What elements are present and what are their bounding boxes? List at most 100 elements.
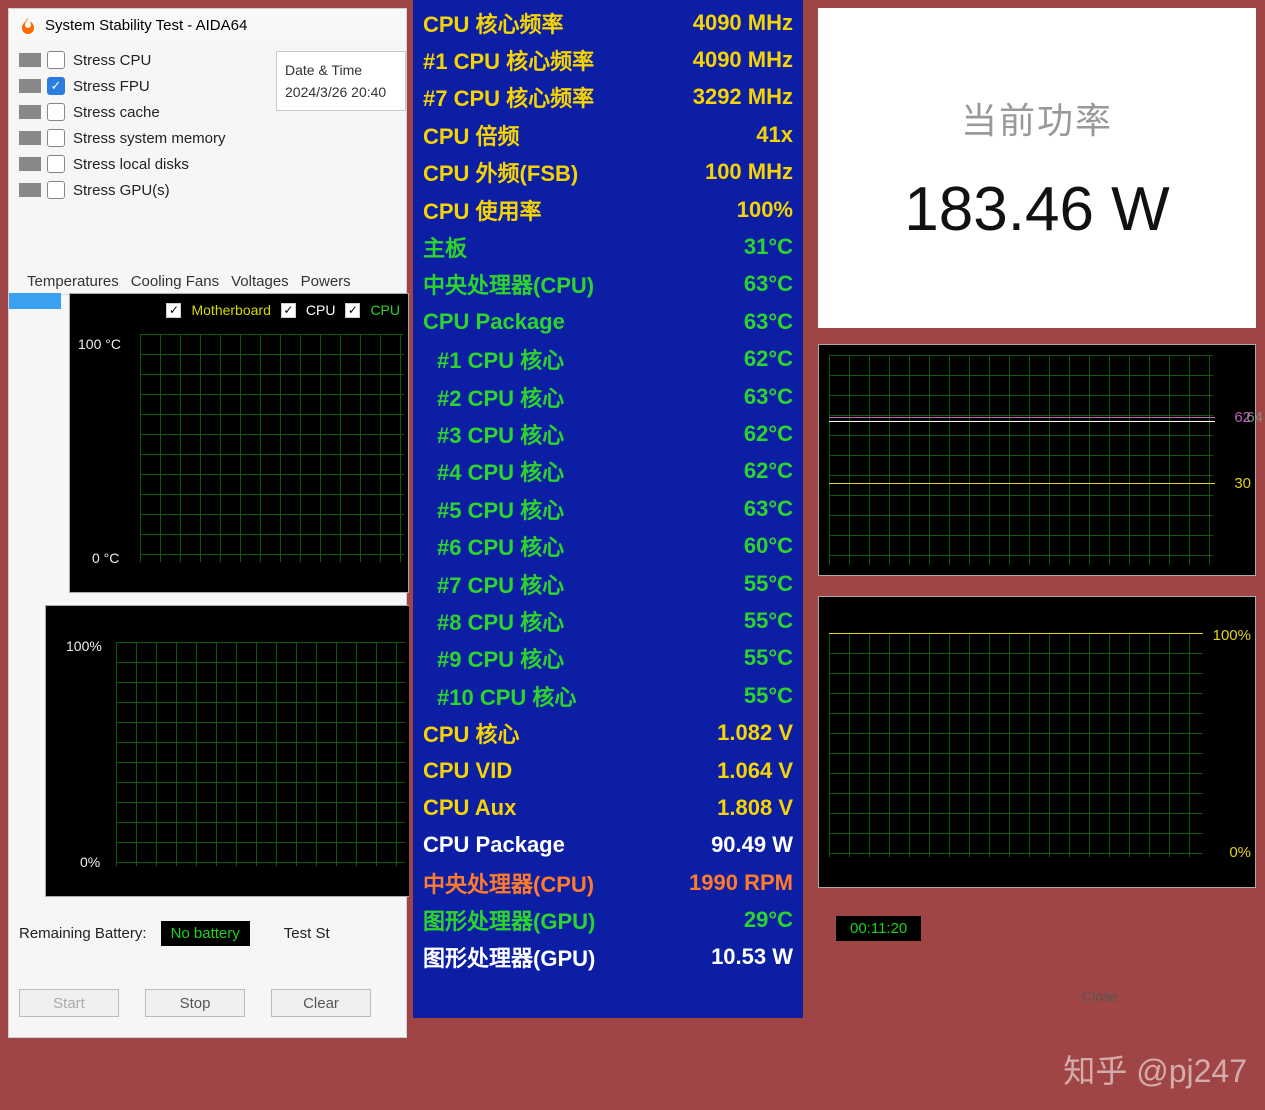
- osd-row-25: 图形处理器(GPU)10.53 W: [423, 939, 793, 976]
- usage-graph: 100% 0%: [45, 605, 410, 897]
- osd-row-9: #1 CPU 核心62°C: [423, 341, 793, 378]
- status-bar: Remaining Battery: No battery Test St: [19, 921, 406, 946]
- y-axis-bot: 0%: [1229, 844, 1251, 861]
- power-title: 当前功率: [961, 92, 1113, 144]
- checkbox-icon[interactable]: [47, 181, 65, 199]
- osd-label: #10 CPU 核心: [423, 680, 576, 712]
- checkbox-icon[interactable]: [47, 103, 65, 121]
- checkbox-icon[interactable]: [47, 155, 65, 173]
- osd-row-11: #3 CPU 核心 62°C: [423, 415, 793, 452]
- osd-value: 31°C: [744, 234, 793, 260]
- osd-value: 4090 MHz: [693, 47, 793, 73]
- osd-label: #5 CPU 核心: [423, 493, 564, 525]
- osd-label: 图形处理器(GPU): [423, 941, 595, 973]
- osd-value: 1990 RPM: [689, 870, 793, 896]
- y-axis-bot: 0%: [80, 854, 100, 870]
- device-icon: [19, 131, 41, 145]
- test-status-label: Test St: [284, 925, 330, 942]
- osd-value: 4090 MHz: [693, 10, 793, 36]
- osd-value: 62°C: [744, 346, 793, 372]
- power-value: 183.46 W: [904, 174, 1169, 245]
- stress-label: Stress GPU(s): [73, 182, 170, 199]
- close-button[interactable]: Close: [1082, 988, 1118, 1004]
- osd-row-24: 图形处理器(GPU)29°C: [423, 901, 793, 938]
- osd-row-12: #4 CPU 核心 62°C: [423, 453, 793, 490]
- osd-value: 90.49 W: [711, 832, 793, 858]
- osd-label: CPU Aux: [423, 795, 516, 821]
- graph3-val1b: 64: [1246, 409, 1263, 426]
- osd-label: 中央处理器(CPU): [423, 268, 594, 300]
- clear-button[interactable]: Clear: [271, 989, 371, 1017]
- aida64-window: System Stability Test - AIDA64 Stress CP…: [8, 8, 407, 1038]
- stress-option-5[interactable]: Stress GPU(s): [19, 181, 400, 199]
- osd-value: 55°C: [744, 645, 793, 671]
- osd-row-6: 主板31°C: [423, 228, 793, 265]
- elapsed-timer: 00:11:20: [836, 916, 921, 941]
- osd-label: CPU 倍频: [423, 119, 520, 151]
- osd-value: 63°C: [744, 496, 793, 522]
- stress-label: Stress CPU: [73, 52, 151, 69]
- y-axis-top: 100 °C: [78, 336, 121, 352]
- osd-value: 55°C: [744, 571, 793, 597]
- osd-value: 1.064 V: [717, 758, 793, 784]
- tab-powers[interactable]: Powers: [301, 273, 351, 290]
- osd-label: #9 CPU 核心: [423, 642, 564, 674]
- osd-row-17: #9 CPU 核心 55°C: [423, 640, 793, 677]
- stress-label: Stress FPU: [73, 78, 150, 95]
- osd-label: #4 CPU 核心: [423, 455, 564, 487]
- tab-cooling-fans[interactable]: Cooling Fans: [131, 273, 219, 290]
- osd-row-8: CPU Package 63°C: [423, 303, 793, 340]
- osd-label: #2 CPU 核心: [423, 381, 564, 413]
- osd-row-20: CPU VID 1.064 V: [423, 752, 793, 789]
- osd-label: CPU 使用率: [423, 194, 542, 226]
- stress-option-3[interactable]: Stress system memory: [19, 129, 400, 147]
- button-row: Start Stop Clear: [19, 989, 371, 1017]
- osd-label: #8 CPU 核心: [423, 605, 564, 637]
- osd-row-19: CPU 核心1.082 V: [423, 714, 793, 751]
- device-icon: [19, 53, 41, 67]
- osd-label: CPU 外频(FSB): [423, 156, 578, 188]
- checkbox-icon[interactable]: ✓: [47, 77, 65, 95]
- osd-label: #7 CPU 核心: [423, 568, 564, 600]
- remaining-battery-label: Remaining Battery:: [19, 925, 147, 942]
- osd-value: 62°C: [744, 458, 793, 484]
- start-button[interactable]: Start: [19, 989, 119, 1017]
- osd-row-10: #2 CPU 核心63°C: [423, 378, 793, 415]
- osd-row-2: #7 CPU 核心频率3292 MHz: [423, 79, 793, 116]
- osd-value: 62°C: [744, 421, 793, 447]
- osd-label: CPU Package: [423, 309, 565, 335]
- tab-temperatures[interactable]: Temperatures: [27, 273, 119, 290]
- osd-label: 中央处理器(CPU): [423, 867, 594, 899]
- osd-label: CPU VID: [423, 758, 512, 784]
- osd-value: 3292 MHz: [693, 84, 793, 110]
- checkbox-icon[interactable]: [47, 51, 65, 69]
- osd-row-18: #10 CPU 核心 55°C: [423, 677, 793, 714]
- datetime-panel: Date & Time 2024/3/26 20:40: [276, 51, 406, 111]
- osd-label: CPU Package: [423, 832, 565, 858]
- osd-label: CPU 核心: [423, 717, 520, 749]
- osd-row-4: CPU 外频(FSB) 100 MHz: [423, 154, 793, 191]
- osd-value: 63°C: [744, 271, 793, 297]
- temperature-graph: ✓ Motherboard ✓ CPU ✓ CPU 100 °C 0 °C: [69, 293, 409, 593]
- y-axis-top: 100%: [66, 638, 102, 654]
- osd-value: 63°C: [744, 309, 793, 335]
- osd-label: #3 CPU 核心: [423, 418, 564, 450]
- datetime-header: Date & Time: [285, 62, 397, 78]
- osd-value: 55°C: [744, 683, 793, 709]
- osd-value: 55°C: [744, 608, 793, 634]
- osd-label: CPU 核心频率: [423, 7, 564, 39]
- datetime-value: 2024/3/26 20:40: [285, 84, 397, 100]
- osd-row-3: CPU 倍频41x: [423, 116, 793, 153]
- osd-label: #1 CPU 核心频率: [423, 44, 594, 76]
- device-icon: [19, 183, 41, 197]
- graph3-val2: 30: [1234, 475, 1251, 492]
- stop-button[interactable]: Stop: [145, 989, 245, 1017]
- osd-label: 图形处理器(GPU): [423, 904, 595, 936]
- osd-row-15: #7 CPU 核心 55°C: [423, 565, 793, 602]
- stress-option-4[interactable]: Stress local disks: [19, 155, 400, 173]
- osd-value: 60°C: [744, 533, 793, 559]
- tab-voltages[interactable]: Voltages: [231, 273, 289, 290]
- osd-value: 100 MHz: [705, 159, 793, 185]
- osd-row-16: #8 CPU 核心 55°C: [423, 602, 793, 639]
- checkbox-icon[interactable]: [47, 129, 65, 147]
